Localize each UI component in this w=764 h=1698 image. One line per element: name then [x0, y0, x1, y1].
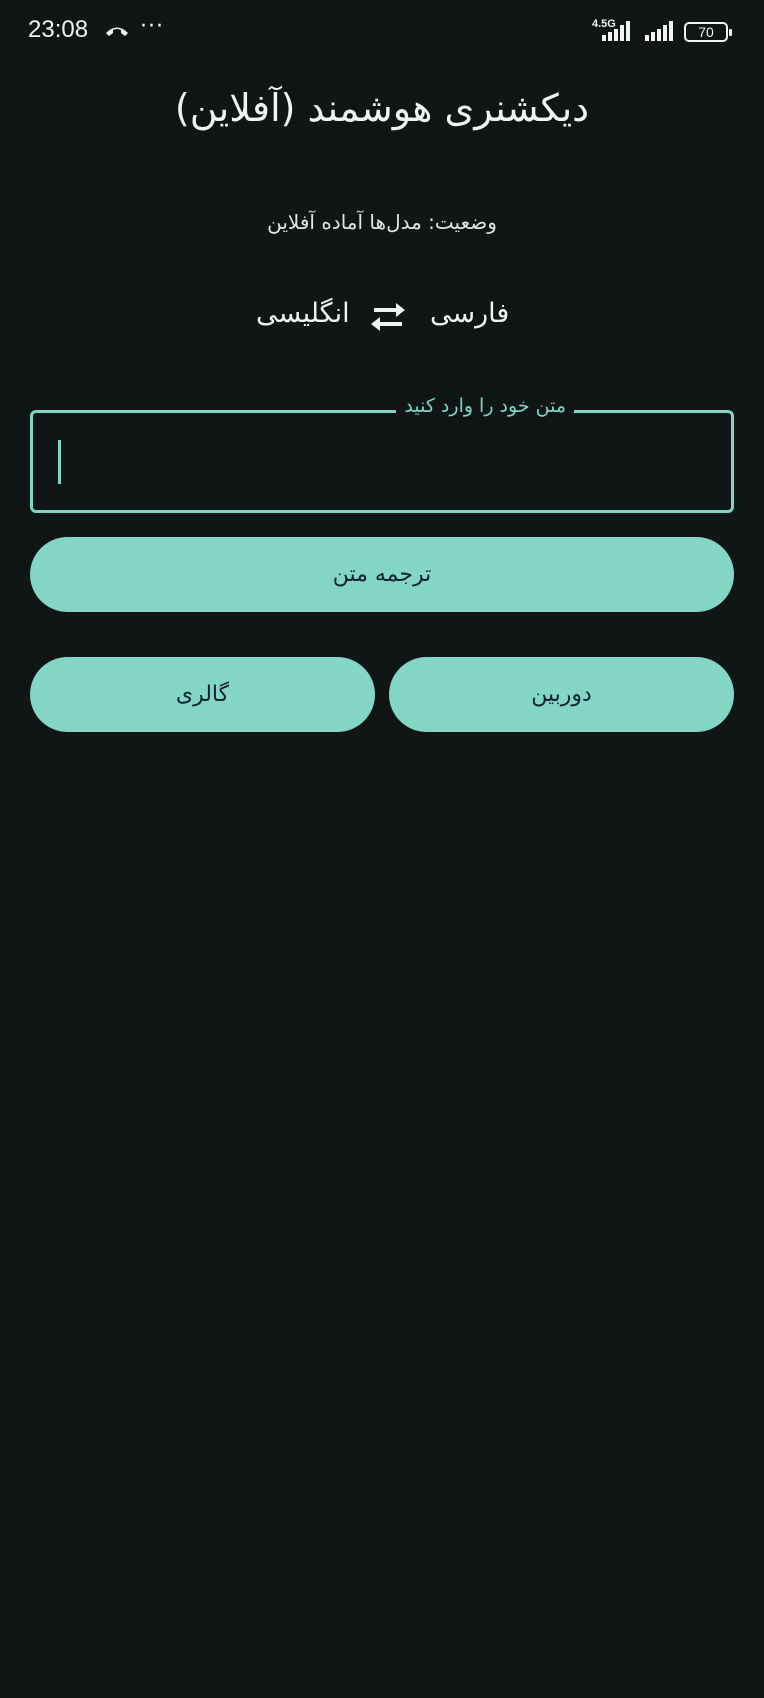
target-language[interactable]: انگلیسی — [256, 298, 350, 329]
camera-button[interactable]: دوربین — [389, 657, 734, 732]
page-title: دیکشنری هوشمند (آفلاین) — [174, 86, 590, 130]
status-text: وضعیت: مدل‌ها آماده آفلاین — [267, 210, 497, 234]
more-notifications-icon: ··· — [140, 14, 164, 39]
source-language[interactable]: فارسی — [430, 298, 509, 329]
text-input-label: متن خود را وارد کنید — [396, 395, 574, 417]
signal-strength-icon-2 — [645, 21, 673, 41]
clock: 23:08 — [28, 16, 89, 43]
translate-button[interactable]: ترجمه متن — [30, 537, 734, 612]
status-bar: 23:08 ··· 4.5G 70 — [0, 0, 764, 66]
text-cursor — [58, 440, 61, 484]
text-input[interactable] — [33, 413, 731, 510]
battery-level: 70 — [698, 24, 714, 40]
swap-horizontal-icon[interactable] — [368, 300, 408, 334]
battery-icon: 70 — [684, 22, 732, 42]
gallery-button[interactable]: گالری — [30, 657, 375, 732]
signal-strength-icon — [602, 21, 630, 41]
phone-call-icon — [106, 27, 128, 36]
text-input-field[interactable] — [30, 410, 734, 513]
language-selector: فارسی انگلیسی — [0, 298, 764, 338]
